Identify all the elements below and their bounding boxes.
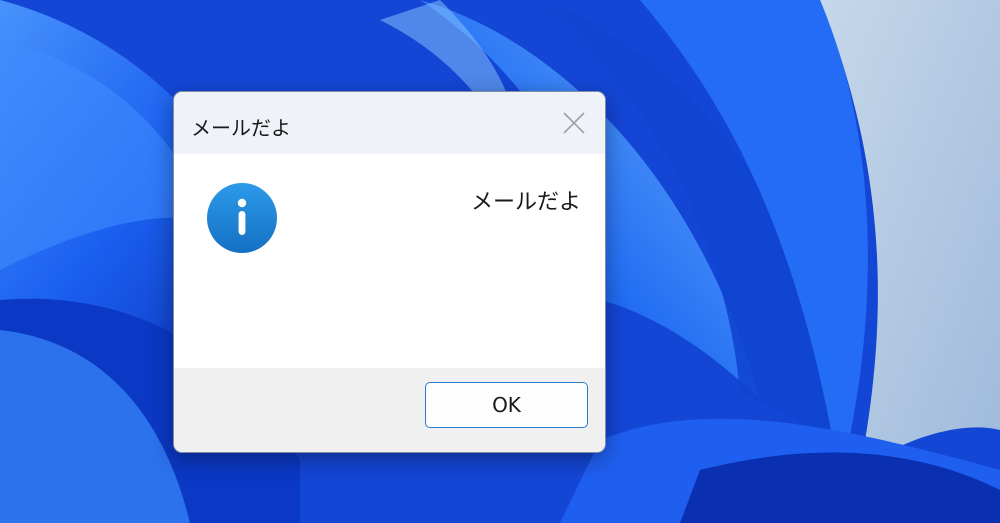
message-dialog: メールだよ メールだよ OK [173,91,606,453]
close-button[interactable] [557,106,591,140]
close-icon [563,112,585,134]
dialog-message: メールだよ [470,190,581,215]
ok-button[interactable]: OK [425,382,588,428]
dialog-content: メールだよ [174,154,605,368]
info-icon [207,183,277,253]
dialog-title: メールだよ [191,116,291,140]
dialog-footer: OK [174,368,605,452]
dialog-titlebar[interactable]: メールだよ [174,92,605,154]
